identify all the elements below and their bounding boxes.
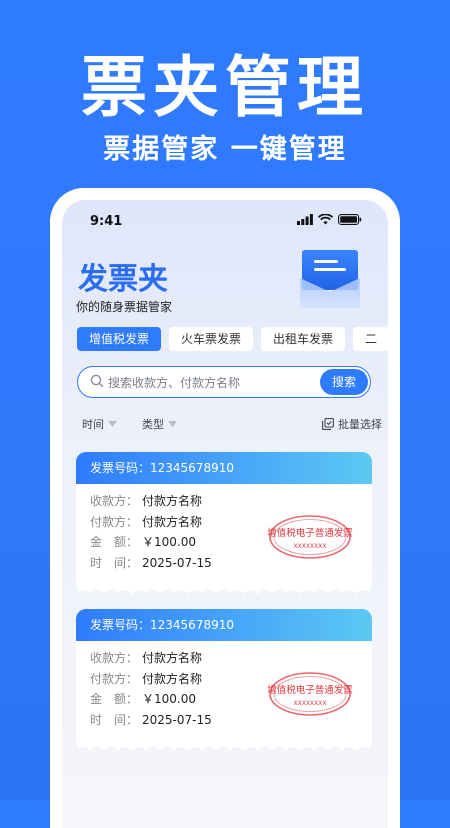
batch-select-button[interactable]: 批量选择	[322, 416, 382, 432]
stamp-code: XXXXXXXX	[294, 700, 327, 707]
time-filter-label: 时间	[82, 418, 104, 431]
invoice-card[interactable]: 发票号码：12345678910 收款方： 付款方名称 付款方： 付款方名称 金 额…	[76, 609, 372, 751]
date-value: 2025-07-15	[142, 712, 212, 727]
tab-taxi-invoice[interactable]: 出租车发票	[261, 327, 346, 351]
payer-label: 付款方：	[90, 514, 139, 529]
amount-label: 金 额：	[90, 535, 139, 549]
payer-value: 付款方名称	[142, 671, 203, 686]
stamp-text: 增值税电子普通发票	[267, 684, 353, 696]
invoice-type-tabs: 增值税发票 火车票发票 出租车发票 二	[77, 327, 390, 351]
payee-value: 付款方名称	[142, 494, 203, 508]
battery-icon	[338, 214, 362, 225]
hero-subtitle: 票据管家 一键管理	[103, 134, 347, 165]
payee-label: 收款方：	[90, 494, 139, 508]
stamp-code: XXXXXXXX	[294, 543, 327, 550]
status-icons	[297, 214, 362, 225]
payer-value: 付款方名称	[142, 514, 203, 529]
invoice-stamp: 增值税电子普通发票 XXXXXXXX	[267, 672, 353, 716]
tab-train-ticket[interactable]: 火车票发票	[169, 327, 254, 351]
stamp-text: 增值税电子普通发票	[267, 527, 353, 539]
batch-select-label: 批量选择	[338, 418, 382, 431]
ticket-edge	[76, 590, 372, 594]
app-subtitle: 你的随身票据管家	[76, 300, 173, 314]
invoice-card[interactable]: 发票号码：12345678910 收款方： 付款方名称 付款方： 付款方名称 金 额…	[76, 452, 372, 594]
signal-icon	[297, 214, 313, 225]
date-label: 时 间：	[90, 555, 139, 570]
payee-row: 收款方： 付款方名称	[90, 649, 372, 670]
amount-value: ￥100.00	[142, 692, 197, 706]
amount-label: 金 额：	[90, 692, 139, 706]
app-title: 发票夹	[78, 262, 168, 297]
search-icon	[90, 374, 104, 388]
payee-value: 付款方名称	[142, 651, 203, 665]
wifi-icon	[318, 214, 333, 225]
caret-down-icon	[168, 421, 177, 427]
time-filter[interactable]: 时间	[82, 416, 117, 432]
tab-more[interactable]: 二	[353, 327, 390, 351]
batch-select-icon	[322, 418, 334, 430]
invoice-folder-icon	[300, 250, 360, 308]
status-time: 9:41	[90, 214, 123, 229]
invoice-stamp: 增值税电子普通发票 XXXXXXXX	[267, 515, 353, 559]
type-filter-label: 类型	[142, 418, 164, 431]
ticket-edge	[76, 747, 372, 751]
invoice-number: 发票号码：12345678910	[76, 452, 372, 484]
search-bar: 搜索收款方、付款方名称 搜索	[77, 366, 371, 398]
date-label: 时 间：	[90, 712, 139, 727]
payee-row: 收款方： 付款方名称	[90, 492, 372, 513]
caret-down-icon	[108, 421, 117, 427]
payee-label: 收款方：	[90, 651, 139, 665]
search-input[interactable]: 搜索收款方、付款方名称	[108, 374, 240, 391]
payer-label: 付款方：	[90, 671, 139, 686]
date-value: 2025-07-15	[142, 555, 212, 570]
amount-value: ￥100.00	[142, 535, 197, 549]
hero-title: 票夹管理	[81, 49, 369, 126]
type-filter[interactable]: 类型	[142, 416, 177, 432]
phone-frame: 9:41 发票夹 你的随身票据管家 增值税发票 火车票发票 出租车发票 二 搜索…	[50, 188, 400, 828]
tab-vat-invoice[interactable]: 增值税发票	[77, 327, 162, 351]
invoice-number: 发票号码：12345678910	[76, 609, 372, 641]
search-button[interactable]: 搜索	[320, 369, 368, 395]
